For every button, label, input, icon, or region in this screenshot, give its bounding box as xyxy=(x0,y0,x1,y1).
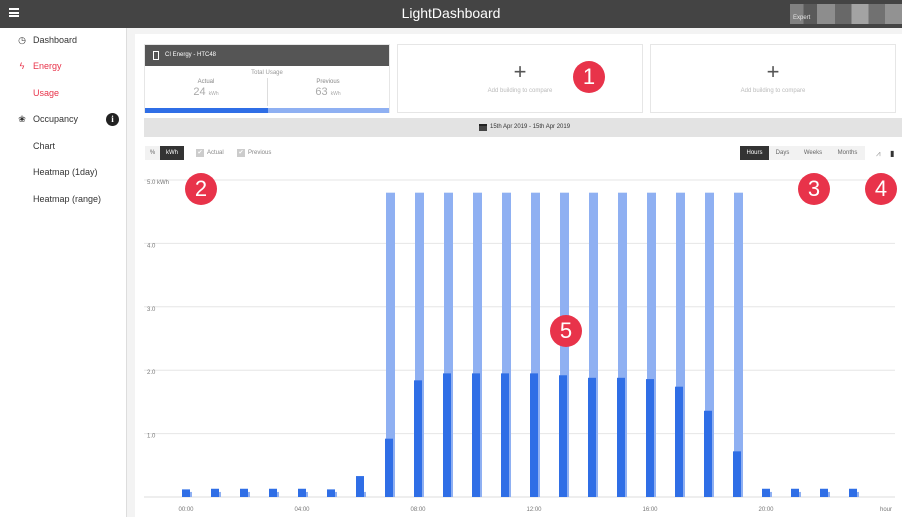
callout-badge: 3 xyxy=(798,173,830,205)
y-tick-label: 1.0 xyxy=(147,434,156,440)
actual-bar xyxy=(182,489,190,497)
actual-bar xyxy=(356,476,364,497)
actual-bar xyxy=(501,373,509,497)
user-account-chip[interactable]: Expert xyxy=(790,4,902,24)
actual-bar xyxy=(443,373,451,497)
actual-bar xyxy=(269,488,277,497)
info-icon[interactable]: i xyxy=(106,113,119,126)
x-tick-label: 00:00 xyxy=(178,507,194,513)
actual-bar xyxy=(472,373,480,497)
sidebar-item-heatmap-range[interactable]: Heatmap (range) xyxy=(0,190,127,210)
actual-bar xyxy=(240,488,248,497)
y-tick-label: 3.0 xyxy=(147,307,156,313)
x-tick-label: 20:00 xyxy=(758,507,774,513)
sidebar-item-label: Usage xyxy=(33,88,60,98)
callout-badge: 4 xyxy=(865,173,897,205)
app-title: LightDashboard xyxy=(401,5,501,21)
x-tick-label: 12:00 xyxy=(526,507,542,513)
callout-badge: 2 xyxy=(185,173,217,205)
sidebar-item-usage[interactable]: Usage xyxy=(0,84,127,104)
sidebar-item-chart[interactable]: Chart xyxy=(0,137,127,157)
actual-bar xyxy=(733,451,741,497)
sidebar-item-heatmap-1day[interactable]: Heatmap (1day) xyxy=(0,163,127,183)
y-tick-label: 5.0 kWh xyxy=(147,180,169,186)
title-bar: LightDashboard Expert xyxy=(0,0,902,28)
sidebar-item-label: Occupancy xyxy=(33,114,79,124)
sidebar-item-label: Energy xyxy=(33,61,62,71)
actual-bar xyxy=(530,373,538,497)
callout-badge: 1 xyxy=(573,61,605,93)
x-tick-label: 16:00 xyxy=(642,507,658,513)
actual-bar xyxy=(385,438,393,497)
bolt-icon: ϟ xyxy=(19,61,25,71)
sidebar-item-label: Chart xyxy=(33,141,56,151)
actual-bar xyxy=(704,410,712,497)
actual-bar xyxy=(588,377,596,497)
actual-bar xyxy=(762,488,770,497)
x-tick-label: 08:00 xyxy=(410,507,426,513)
actual-bar xyxy=(327,489,335,497)
actual-bar xyxy=(849,488,857,497)
sidebar: ◷ Dashboard ϟ Energy Usage ❀ Occupancy i… xyxy=(0,28,127,517)
y-tick-label: 4.0 xyxy=(147,243,156,249)
actual-bar xyxy=(791,488,799,497)
x-tick-label: 04:00 xyxy=(294,507,310,513)
actual-bar xyxy=(617,377,625,497)
actual-bar xyxy=(414,380,422,497)
actual-bar xyxy=(820,488,828,497)
actual-bar xyxy=(675,386,683,497)
callout-badge: 5 xyxy=(550,315,582,347)
y-tick-label: 2.0 xyxy=(147,370,156,376)
sidebar-item-label: Heatmap (range) xyxy=(33,194,102,204)
sidebar-item-label: Heatmap (1day) xyxy=(33,167,98,177)
actual-bar xyxy=(211,488,219,497)
paw-icon: ❀ xyxy=(18,114,26,124)
actual-bar xyxy=(559,375,567,497)
x-axis-unit-label: hour xyxy=(880,507,892,513)
sidebar-item-label: Dashboard xyxy=(33,35,78,45)
dashboard-icon: ◷ xyxy=(18,35,26,45)
sidebar-item-energy[interactable]: ϟ Energy xyxy=(0,57,127,77)
actual-bar xyxy=(646,379,654,497)
sidebar-item-occupancy[interactable]: ❀ Occupancy i xyxy=(0,110,127,130)
usage-bar-chart: 1.0 2.0 3.0 4.0 5.0 kWh 00:00 04:00 08:00 12:00 1… xyxy=(144,179,895,513)
actual-bar xyxy=(298,488,306,497)
user-label: Expert xyxy=(793,15,811,21)
sidebar-item-dashboard[interactable]: ◷ Dashboard xyxy=(0,31,127,51)
